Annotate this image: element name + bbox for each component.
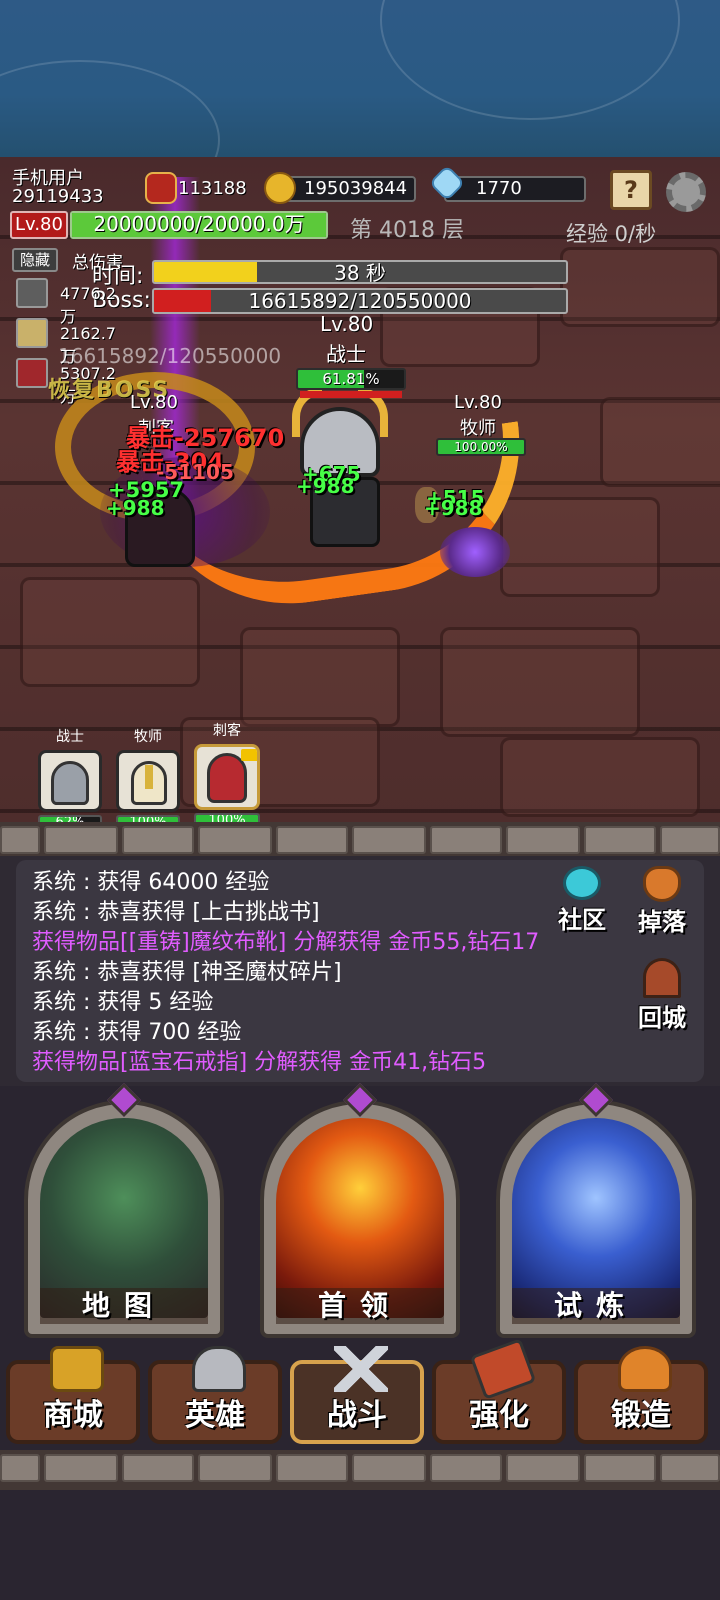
warrior-hp-text: 61.81% — [322, 370, 380, 388]
wall-brick — [440, 627, 640, 737]
priest-name: 牧师 — [460, 418, 496, 439]
priest-face-icon — [116, 750, 180, 812]
nav-forge-button[interactable]: 锻造 — [574, 1346, 708, 1444]
gold-coin-icon[interactable] — [264, 172, 296, 204]
warrior-level: Lv.80 — [320, 312, 374, 336]
nav-enhance-label: 强化 — [469, 1398, 529, 1433]
log-line: 系统 : 获得 64000 经验 — [32, 870, 270, 895]
settings-gear-icon[interactable] — [666, 172, 706, 212]
decor-swoosh — [0, 60, 220, 157]
warrior-portrait-icon — [16, 278, 48, 308]
wall-brick — [20, 577, 200, 687]
chat-bubble-icon — [563, 866, 601, 900]
timer-value: 38 秒 — [334, 261, 386, 284]
nav-forge-label: 锻造 — [611, 1398, 671, 1433]
assassin-face-icon — [194, 744, 260, 810]
camera-icon — [241, 749, 257, 761]
priest-sprite[interactable] — [440, 527, 510, 577]
loot-bag-icon — [643, 866, 681, 902]
boss-hp-echo: 16615892/120550000 — [58, 344, 282, 368]
timer-bar: 38 秒 — [152, 260, 568, 284]
log-line-item: 获得物品[蓝宝石戒指] 分解获得 金币41,钻石5 — [32, 1050, 487, 1075]
priest-hp-text: 100.00% — [454, 440, 508, 454]
nav-enhance-button[interactable]: 强化 — [432, 1338, 566, 1444]
exp-bar-text: 20000000/20000.0万 — [93, 212, 305, 236]
priest-level: Lv.80 — [454, 392, 502, 413]
diamond-pill[interactable]: 1770 — [444, 176, 586, 202]
team-card-name: 刺客 — [213, 723, 241, 739]
log-line: 系统 : 获得 700 经验 — [32, 1020, 242, 1045]
floor-number: 第 4018 层 — [350, 218, 464, 243]
boss-portal-label: 首领 — [276, 1288, 444, 1324]
return-city-label: 回城 — [638, 1004, 686, 1032]
power-value: 113188 — [178, 178, 247, 199]
warrior-shield-bar — [300, 391, 402, 398]
boss-hp-bar: 16615892/120550000 — [152, 288, 568, 314]
stone-wall-divider — [0, 822, 720, 858]
floating-heal-number: +988 — [106, 496, 165, 520]
trial-portal[interactable]: 试炼 — [496, 1083, 696, 1338]
assassin-level: Lv.80 — [130, 392, 178, 413]
nav-battle-button[interactable]: 战斗 — [290, 1346, 424, 1444]
gate-icon — [643, 958, 681, 998]
map-portal-label: 地图 — [40, 1288, 208, 1324]
log-line: 系统 : 恭喜获得 [上古挑战书] — [32, 900, 320, 925]
priest-portrait-icon — [16, 318, 48, 348]
trial-portal-label: 试炼 — [512, 1288, 680, 1324]
wall-brick — [240, 627, 400, 727]
wall-brick — [500, 497, 660, 597]
nav-hero-button[interactable]: 英雄 — [148, 1346, 282, 1444]
bottom-background — [0, 1490, 720, 1600]
drops-button[interactable]: 掉落 — [630, 866, 694, 937]
community-button[interactable]: 社区 — [552, 866, 612, 935]
floating-heal-number: +988 — [296, 474, 355, 498]
return-city-button[interactable]: 回城 — [630, 958, 694, 1033]
exp-bar: 20000000/20000.0万 — [70, 211, 328, 239]
community-label: 社区 — [558, 906, 606, 934]
quest-book-icon[interactable]: ? — [610, 170, 652, 210]
drops-label: 掉落 — [638, 908, 686, 936]
team-card-warrior[interactable]: 战士 62% — [38, 726, 102, 831]
anvil-icon — [618, 1346, 672, 1392]
helmet-icon — [192, 1346, 246, 1392]
player-id: 29119433 — [12, 186, 104, 207]
priest-hp-bar: 100.00% — [436, 438, 526, 456]
decor-swoosh — [380, 0, 680, 120]
gold-value: 195039844 — [304, 178, 408, 199]
nav-battle-label: 战斗 — [327, 1398, 387, 1433]
exp-rate: 经验 0/秒 — [566, 222, 657, 246]
warrior-name: 战士 — [326, 342, 366, 366]
floating-heal-number: +988 — [424, 496, 483, 520]
bottom-stone-strip — [0, 1450, 720, 1490]
wall-brick — [600, 397, 720, 487]
log-line: 系统 : 恭喜获得 [神圣魔杖碎片] — [32, 960, 342, 985]
warrior-hp-bar: 61.81% — [296, 368, 406, 390]
map-portal[interactable]: 地图 — [24, 1083, 224, 1338]
crossed-swords-icon — [334, 1346, 388, 1392]
team-card-name: 战士 — [56, 729, 84, 745]
player-level-badge: Lv.80 — [10, 211, 68, 239]
team-card-name: 牧师 — [134, 729, 162, 745]
nav-shop-label: 商城 — [43, 1398, 103, 1433]
team-card-assassin[interactable]: 刺客 100% — [194, 720, 260, 829]
assassin-portrait-icon — [16, 358, 48, 388]
boss-hp-text: 16615892/120550000 — [248, 289, 472, 313]
log-line: 系统 : 获得 5 经验 — [32, 990, 214, 1015]
wall-brick — [500, 737, 700, 817]
treasure-chest-icon — [50, 1346, 104, 1392]
damage-value: 4776.2万 — [60, 284, 116, 326]
power-icon — [145, 172, 177, 204]
boss-portal[interactable]: 首领 — [260, 1083, 460, 1338]
warrior-face-icon — [38, 750, 102, 812]
team-card-priest[interactable]: 牧师 100% — [116, 726, 180, 831]
log-line-item: 获得物品[[重铸]魔纹布靴] 分解获得 金币55,钻石17 — [32, 930, 540, 955]
nav-shop-button[interactable]: 商城 — [6, 1346, 140, 1444]
wall-brick — [560, 247, 720, 327]
hide-button[interactable]: 隐藏 — [12, 248, 58, 272]
nav-hero-label: 英雄 — [185, 1398, 245, 1433]
diamond-value: 1770 — [476, 178, 522, 199]
top-background — [0, 0, 720, 157]
